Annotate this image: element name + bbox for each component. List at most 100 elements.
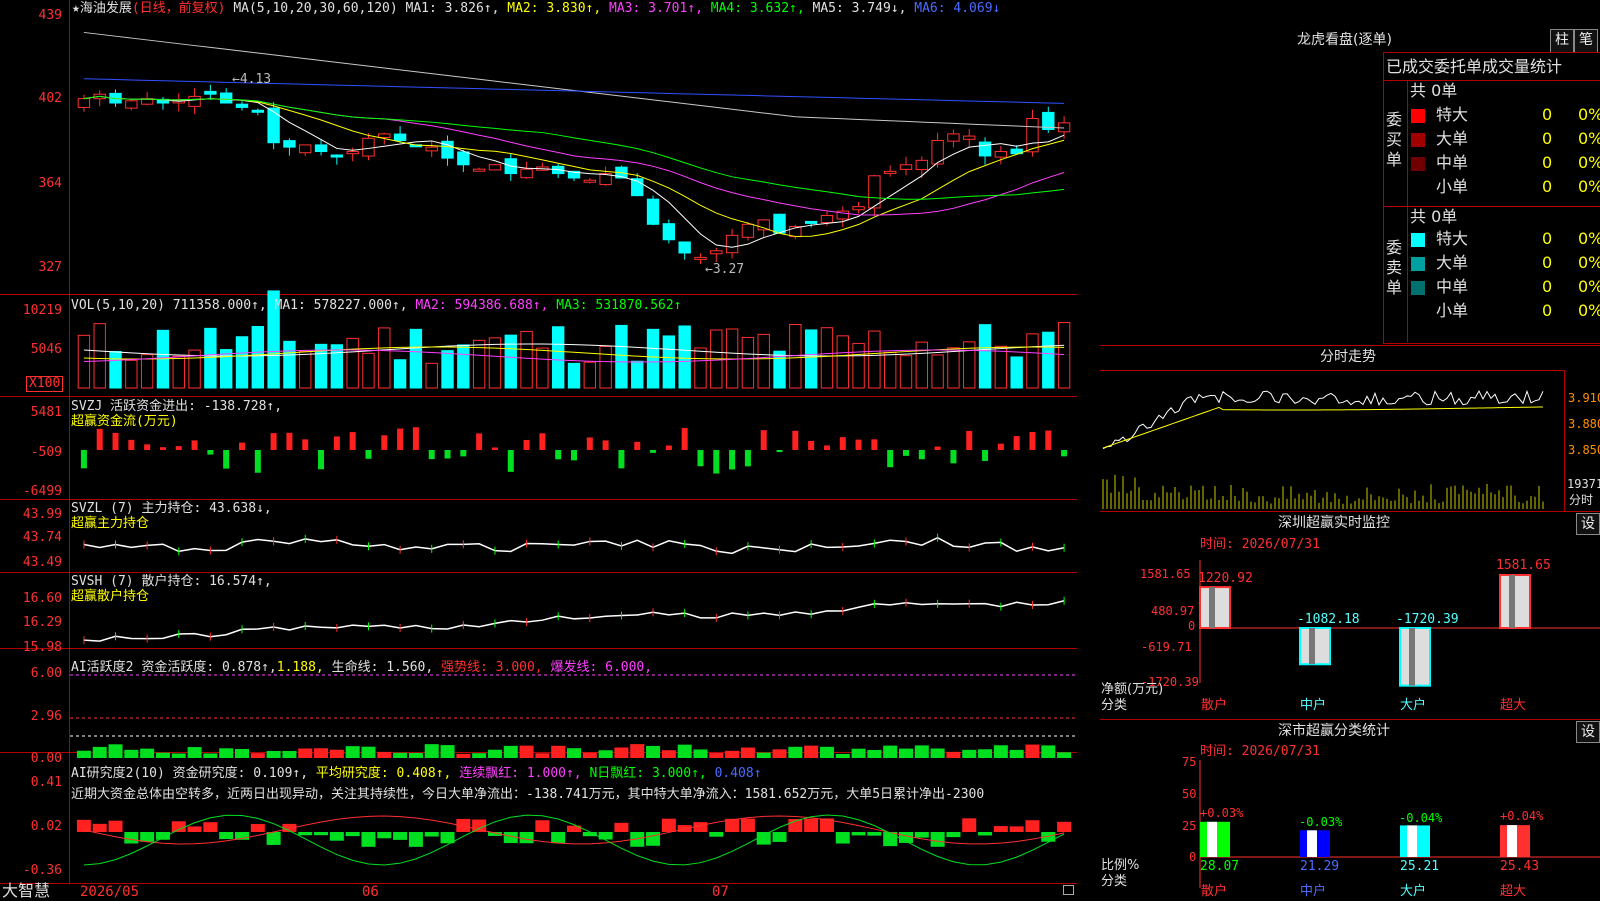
research-bar: [709, 832, 724, 837]
fund-flow-bar: [665, 445, 672, 450]
ma5-value: MA5: 3.749↓,: [812, 1, 907, 16]
vol-unit-label[interactable]: X100: [26, 376, 64, 392]
activity-bar: [472, 753, 487, 758]
volume-bar: [251, 325, 265, 389]
class-axis-label2: 分类: [1101, 874, 1128, 889]
holding-line: [83, 536, 1065, 555]
activity-bar: [155, 752, 170, 758]
order-size-label: 小单: [1436, 301, 1469, 320]
ai-research-note: 近期大资金总体由空转多，近两日出现异动，关注其持续性，今日大单净流出：-138.…: [71, 787, 985, 802]
ai-research-label: 资金研究度: 0.109↑,: [172, 766, 309, 781]
candle-body: [520, 168, 533, 179]
fund-flow-bar: [286, 432, 293, 450]
order-pct: 0%: [1578, 129, 1600, 148]
volume-bar: [947, 347, 960, 389]
order-size-label: 特大: [1436, 105, 1469, 124]
class-cat: 大户: [1400, 884, 1427, 899]
activity-bar: [1009, 749, 1024, 758]
research-bar: [219, 832, 234, 840]
candle-body: [852, 206, 865, 211]
research-bar: [1009, 826, 1024, 832]
research-bar: [551, 832, 566, 844]
activity-bar: [677, 744, 692, 758]
svzj-ytick: 5481: [30, 405, 62, 420]
fund-flow-bar: [871, 439, 878, 450]
volume-bar: [994, 345, 1008, 389]
research-bar: [756, 832, 771, 845]
ai-burst-line: 爆发线: 6.000,: [550, 660, 653, 675]
period-label[interactable]: (日线，前复权): [132, 1, 226, 16]
buy-total: 共 0单: [1410, 81, 1458, 100]
class-title: 深市超赢分类统计: [1278, 723, 1390, 739]
intraday-title: 分时走势: [1320, 349, 1376, 365]
activity-bar: [124, 749, 139, 758]
volume-bar: [125, 359, 138, 389]
stock-title[interactable]: ★海油发展: [72, 1, 132, 16]
ma2-value: MA2: 3.830↑,: [507, 1, 602, 16]
vol-ma2: MA2: 594386.688↑,: [415, 298, 549, 313]
activity-bar: [76, 750, 91, 758]
class-ytick: 75: [1182, 755, 1197, 769]
lock-icon[interactable]: [1063, 885, 1074, 895]
fund-flow-bar: [982, 450, 989, 461]
candle-body: [219, 92, 233, 104]
fund-flow-bar: [650, 450, 657, 453]
class-change: -0.04%: [1399, 811, 1443, 825]
brand-label[interactable]: 大智慧: [2, 882, 50, 900]
order-count: 0: [1542, 277, 1553, 296]
svsh-label: 散户持仓: 16.574↑,: [141, 574, 272, 589]
fund-flow-bar: [555, 450, 562, 460]
candle-body: [725, 234, 739, 254]
intraday-tick: 3.910: [1568, 391, 1600, 405]
research-bar: [661, 818, 676, 832]
candle-body: [314, 144, 328, 153]
research-bar: [614, 822, 629, 832]
column-view-button[interactable]: 柱: [1550, 29, 1574, 53]
fund-flow-bar: [239, 442, 245, 450]
volume-bar: [409, 328, 423, 389]
ma-line: [83, 95, 1065, 248]
research-bar: [250, 824, 265, 832]
volume-bar: [646, 328, 660, 389]
order-color-swatch: [1411, 281, 1425, 295]
tick-view-button[interactable]: 笔: [1574, 29, 1598, 53]
order-count: 0: [1542, 229, 1553, 248]
svzl-title: SVZL (7): [71, 501, 134, 516]
ai-research-ytick: -0.36: [22, 863, 62, 878]
volume-bar: [140, 354, 154, 389]
order-color-swatch: [1411, 157, 1425, 171]
class-settings-button[interactable]: 设: [1576, 721, 1600, 743]
activity-bar: [345, 746, 360, 758]
fund-flow-bar: [254, 450, 261, 473]
activity-bar: [772, 749, 787, 758]
order-pct: 0%: [1578, 301, 1600, 320]
low-annotation: ←3.27: [705, 262, 745, 277]
candle-body: [393, 133, 407, 142]
research-bar: [804, 818, 819, 832]
svsh-title: SVSH (7): [71, 574, 134, 589]
fund-flow-bar: [760, 430, 767, 450]
order-pct: 0%: [1578, 153, 1600, 172]
activity-bar: [788, 746, 803, 758]
fund-flow-bar: [1029, 431, 1036, 450]
activity-bar: [487, 749, 502, 758]
activity-bar: [1025, 744, 1040, 758]
ma-header: MA(5,10,20,30,60,120): [233, 1, 398, 16]
candle-body: [283, 140, 296, 148]
candle-body: [978, 141, 992, 157]
date-axis: [0, 883, 1078, 901]
order-pct: 0%: [1578, 177, 1600, 196]
fund-flow-bar: [144, 444, 151, 450]
fund-flow-bar: [128, 439, 135, 450]
volume-bar: [741, 336, 755, 389]
svzl-label: 主力持仓: 43.638↓,: [141, 501, 272, 516]
candle-body: [125, 100, 138, 109]
fund-flow-bar: [729, 450, 736, 470]
ai-active-header: AI活跃度2 资金活跃度: 0.878↑,1.188, 生命线: 1.560, …: [71, 660, 652, 675]
class-cat: 超大: [1500, 884, 1527, 899]
class-value: 21.29: [1300, 859, 1340, 874]
order-color-swatch: [1411, 109, 1425, 123]
activity-bar: [646, 745, 661, 758]
order-color-swatch: [1411, 257, 1425, 271]
monitor-settings-button[interactable]: 设: [1576, 513, 1600, 535]
